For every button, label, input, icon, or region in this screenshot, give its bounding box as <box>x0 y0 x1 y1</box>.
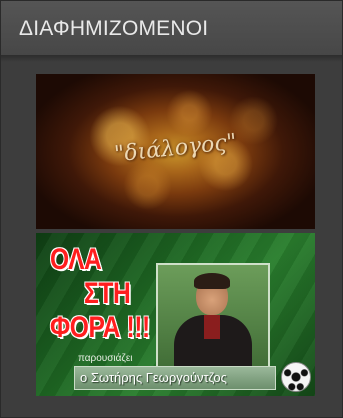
presenter-label: παρουσιάζει <box>78 353 133 364</box>
widget-header: ΔΙΑΦΗΜΙΖΟΜΕΝΟΙ <box>1 1 342 56</box>
banner-dialogos[interactable]: "διάλογος" <box>36 74 315 229</box>
headline-line-1: ΟΛΑ <box>50 243 102 276</box>
presenter-hair <box>194 273 230 289</box>
soccer-ball-icon <box>281 362 311 392</box>
headline-line-2: ΣΤΗ <box>84 277 131 310</box>
header-divider <box>1 56 342 62</box>
widget-title: ΔΙΑΦΗΜΙΖΟΜΕΝΟΙ <box>19 17 209 40</box>
presenter-name: ο Σωτήρης Γεωργούντζος <box>80 370 227 385</box>
advertisers-widget: ΔΙΑΦΗΜΙΖΟΜΕΝΟΙ "διάλογος" ΟΛΑ ΣΤΗ ΦΟΡΑ !… <box>0 0 343 418</box>
presenter-photo <box>156 263 270 375</box>
presenter-name-box: ο Σωτήρης Γεωργούντζος <box>74 366 276 390</box>
headline-line-3: ΦΟΡΑ !!! <box>50 311 150 344</box>
banner-ola-sti-fora[interactable]: ΟΛΑ ΣΤΗ ΦΟΡΑ !!! παρουσιάζει ο Σωτήρης Γ… <box>36 233 315 396</box>
presenter-shirt <box>204 315 220 339</box>
